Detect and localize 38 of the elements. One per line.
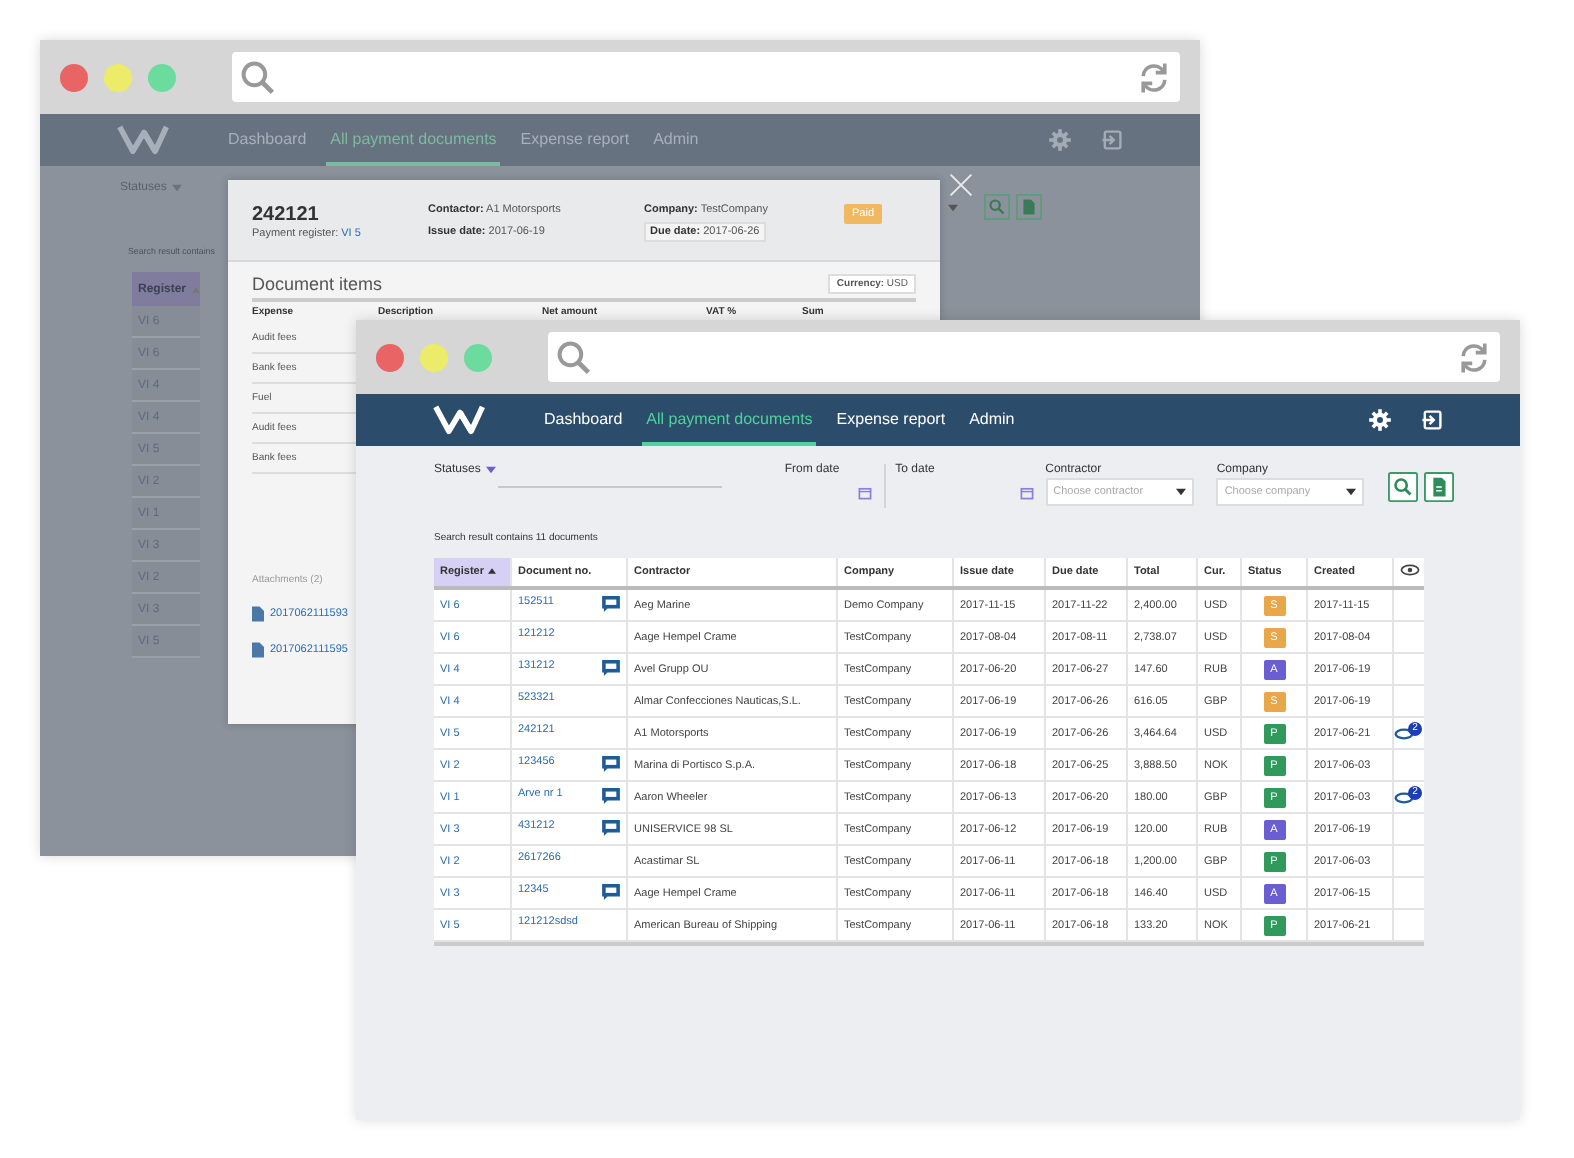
export-button-icon[interactable] [1424, 472, 1454, 502]
nav-tab[interactable]: All payment documents [642, 394, 817, 446]
eye-icon [1400, 564, 1420, 576]
search-icon [556, 339, 592, 375]
maximize-dot-icon[interactable] [148, 63, 176, 91]
search-button-icon[interactable] [1388, 472, 1418, 502]
logo-icon[interactable] [432, 400, 488, 440]
caret-icon [1175, 488, 1186, 496]
calendar-icon[interactable] [1019, 486, 1034, 500]
sort-icon [488, 568, 497, 574]
minimize-dot-icon[interactable] [104, 63, 132, 91]
refresh-icon[interactable] [1456, 339, 1492, 375]
close-icon[interactable] [948, 172, 974, 198]
nav-tab[interactable]: Dashboard [540, 394, 627, 446]
comment-icon[interactable] [602, 820, 620, 836]
comment-icon[interactable] [602, 596, 620, 612]
calendar-icon[interactable] [857, 486, 872, 500]
maximize-dot-icon[interactable] [464, 343, 492, 371]
caret-icon[interactable] [948, 203, 958, 211]
minimize-dot-icon[interactable] [420, 343, 448, 371]
close-dot-icon[interactable] [60, 63, 88, 91]
nav-tab[interactable]: Admin [965, 394, 1019, 446]
file-icon [252, 606, 264, 622]
refresh-icon[interactable] [1136, 59, 1172, 95]
nav-tab[interactable]: Expense report [832, 394, 950, 446]
caret-icon [1346, 488, 1357, 496]
search-icon [240, 59, 276, 95]
comment-icon[interactable] [602, 756, 620, 772]
caret-icon [172, 184, 183, 192]
caret-icon [486, 466, 497, 474]
section-title: Document items [252, 274, 383, 294]
file-icon [252, 642, 264, 658]
comment-icon[interactable] [602, 788, 620, 804]
close-dot-icon[interactable] [376, 343, 404, 371]
document-number: 242121 [252, 204, 321, 226]
sort-icon [192, 285, 200, 293]
comment-icon[interactable] [602, 884, 620, 900]
comment-icon[interactable] [602, 660, 620, 676]
